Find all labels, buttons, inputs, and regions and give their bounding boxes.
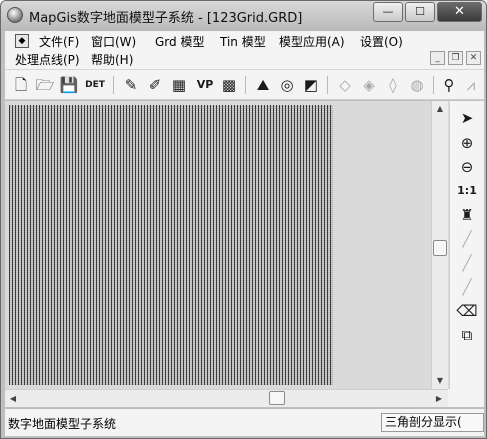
layers-icon[interactable]: ⧉ (456, 324, 478, 346)
zoom-in-icon[interactable]: ⊕ (456, 132, 478, 154)
tin-icon-4[interactable]: ◍ (407, 75, 427, 95)
status-mode-panel: 三角剖分显示( (381, 413, 484, 432)
menu-process-points-lines[interactable]: 处理点线(P) (15, 51, 80, 68)
pen-2-icon[interactable]: ╱ (456, 252, 478, 274)
menu-help[interactable]: 帮助(H) (91, 51, 133, 68)
scroll-left-arrow[interactable]: ◀ (5, 390, 21, 407)
grid-canvas[interactable] (5, 101, 449, 389)
open-folder-icon[interactable]: 🗁 (35, 75, 55, 95)
scroll-corner (448, 389, 484, 407)
new-file-icon[interactable]: 🗋 (11, 75, 31, 95)
document-icon[interactable]: ◆ (15, 34, 29, 48)
toolbar: 🗋 🗁 💾 DET ✎ ✐ ▦ VP ▩ ⛰ ◎ ◩ ◇ ◈ ◊ ◍ ⚲ ⩘ (5, 69, 484, 100)
menu-model-application[interactable]: 模型应用(A) (279, 33, 345, 50)
scroll-right-arrow[interactable]: ▶ (431, 390, 447, 407)
right-tool-panel: ➤ ⊕ ⊖ 1:1 ♜ ╱ ╱ ╱ ⌫ ⧉ (449, 101, 484, 389)
pencil-icon[interactable]: ✎ (121, 75, 141, 95)
toolbar-separator (327, 76, 328, 94)
contour-icon[interactable]: ◎ (277, 75, 297, 95)
terrain-icon[interactable]: ⛰ (253, 75, 273, 95)
menu-grd-model[interactable]: Grd 模型 (155, 33, 204, 50)
vp-icon[interactable]: VP (195, 75, 215, 95)
menu-window[interactable]: 窗口(W) (91, 33, 136, 50)
surface-icon[interactable]: ◩ (301, 75, 321, 95)
mdi-close-button[interactable]: ✕ (466, 51, 481, 65)
close-button[interactable]: ✕ (437, 2, 482, 22)
vertical-scroll-thumb[interactable] (433, 240, 447, 256)
horizontal-scroll-thumb[interactable] (269, 391, 285, 405)
tin-icon-1[interactable]: ◇ (335, 75, 355, 95)
brush-icon[interactable]: ♜ (456, 204, 478, 226)
menu-tin-model[interactable]: Tin 模型 (220, 33, 266, 50)
maximize-button[interactable]: ☐ (405, 2, 435, 22)
menu-file[interactable]: 文件(F) (39, 33, 79, 50)
toolbar-separator (113, 76, 114, 94)
grid-model-display[interactable] (9, 105, 333, 385)
probe-icon[interactable]: ⚲ (439, 75, 459, 95)
toolbar-separator (245, 76, 246, 94)
pen-1-icon[interactable]: ╱ (456, 228, 478, 250)
menu-bar: ◆ 文件(F) 窗口(W) Grd 模型 Tin 模型 模型应用(A) 设置(O… (5, 31, 484, 69)
grid-icon[interactable]: ▦ (169, 75, 189, 95)
dot-grid-icon[interactable]: ▩ (219, 75, 239, 95)
save-icon[interactable]: 💾 (59, 75, 79, 95)
tin-icon-3[interactable]: ◊ (383, 75, 403, 95)
mdi-minimize-button[interactable]: _ (430, 51, 445, 65)
delete-det-icon[interactable]: DET (85, 75, 105, 95)
select-arrow-icon[interactable]: ➤ (456, 107, 478, 129)
window-title: MapGis数字地面模型子系统 - [123Grid.GRD] (29, 11, 303, 26)
scroll-up-arrow[interactable]: ▲ (432, 101, 448, 117)
mdi-restore-button[interactable]: ❐ (448, 51, 463, 65)
horizontal-scrollbar[interactable]: ◀ ▶ (5, 389, 448, 407)
eraser-icon[interactable]: ⌫ (456, 300, 478, 322)
toolbar-separator (433, 76, 434, 94)
profile-icon[interactable]: ⩘ (461, 75, 481, 95)
vertical-scrollbar[interactable]: ▲ ▼ (431, 101, 448, 389)
pen-3-icon[interactable]: ╱ (456, 276, 478, 298)
title-bar: MapGis数字地面模型子系统 - [123Grid.GRD] — ☐ ✕ (1, 1, 486, 31)
app-window: MapGis数字地面模型子系统 - [123Grid.GRD] — ☐ ✕ ◆ … (0, 0, 487, 439)
tin-icon-2[interactable]: ◈ (359, 75, 379, 95)
zoom-1to1-icon[interactable]: 1:1 (456, 180, 478, 202)
minimize-button[interactable]: — (373, 2, 403, 22)
status-bar: 数字地面模型子系统 三角剖分显示( (5, 408, 484, 436)
status-text: 数字地面模型子系统 (8, 417, 117, 431)
pencil-alt-icon[interactable]: ✐ (145, 75, 165, 95)
menu-settings[interactable]: 设置(O) (360, 33, 403, 50)
scroll-down-arrow[interactable]: ▼ (432, 373, 448, 389)
app-globe-icon[interactable] (7, 7, 23, 23)
zoom-out-icon[interactable]: ⊖ (456, 156, 478, 178)
